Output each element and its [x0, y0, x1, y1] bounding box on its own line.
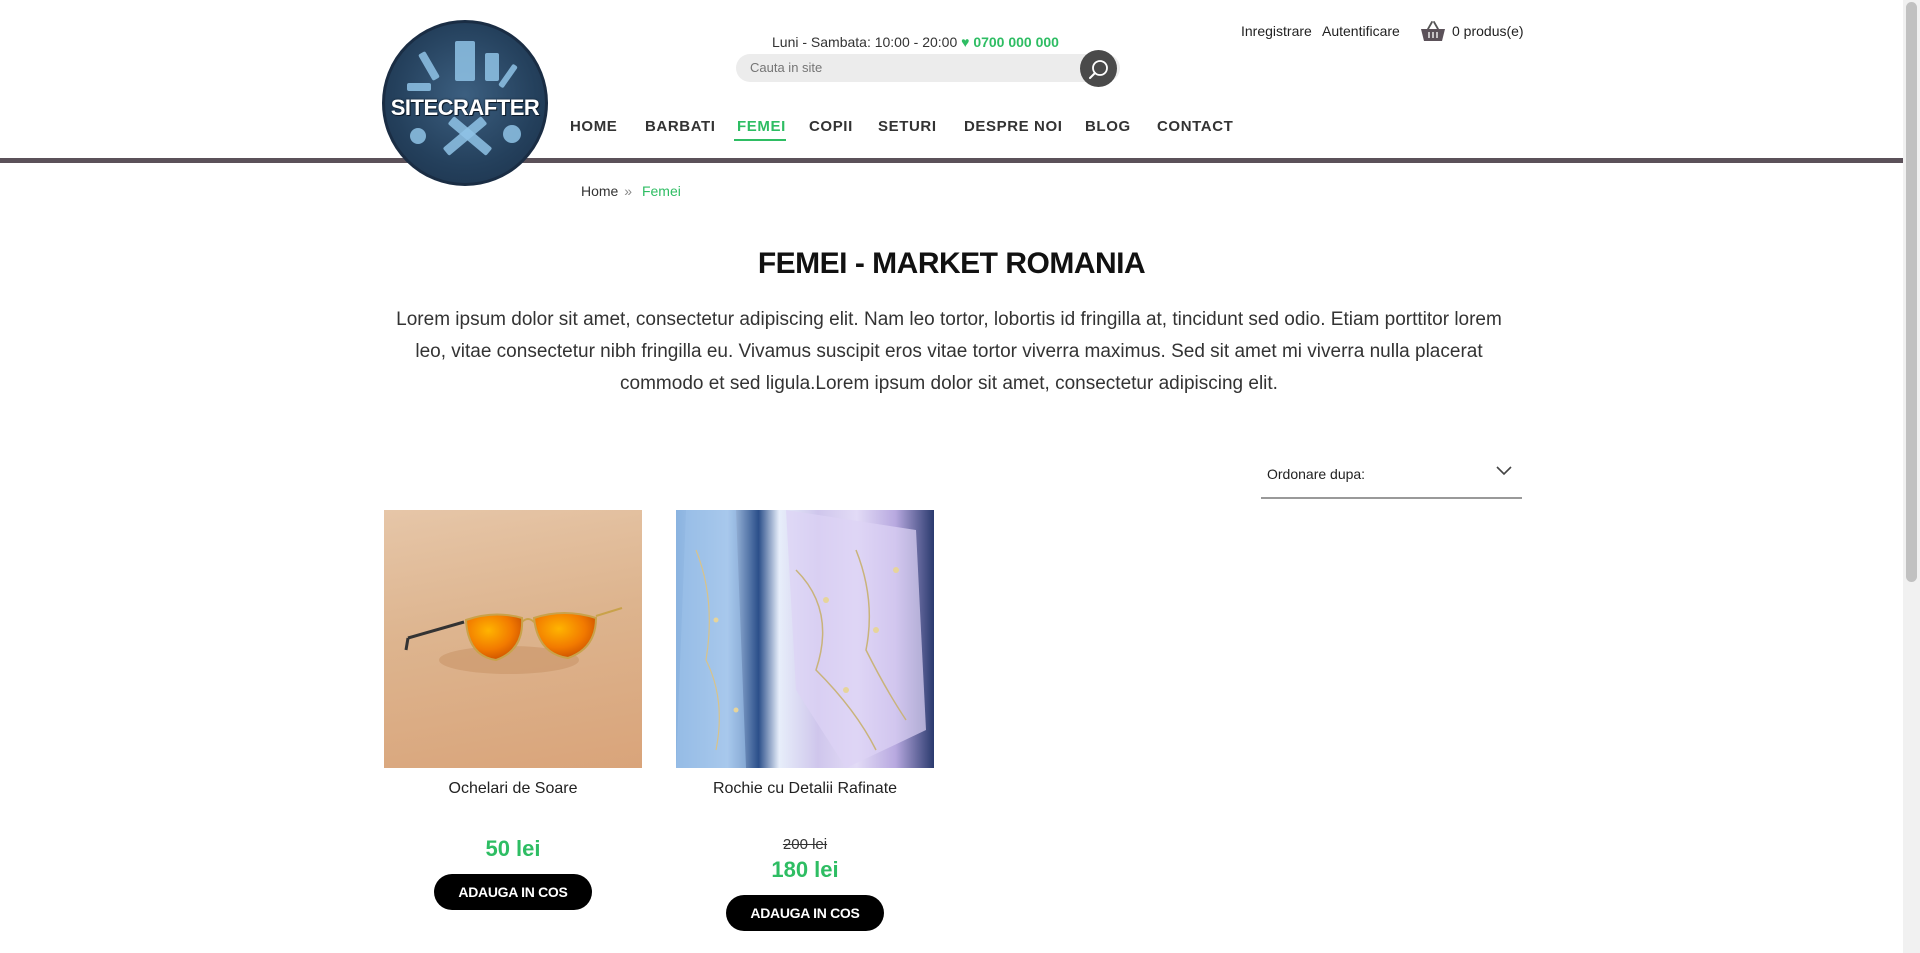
nav-item-barbati[interactable]: BARBATI: [645, 118, 716, 135]
phone-text: 0700 000 000: [973, 34, 1059, 50]
product-card: Ochelari de Soare 50 lei ADAUGA IN COS: [384, 510, 642, 910]
nav-item-femei[interactable]: FEMEI: [737, 118, 786, 135]
product-name[interactable]: Rochie cu Detalii Rafinate: [676, 780, 934, 798]
search-icon: [1088, 59, 1108, 79]
sort-label: Ordonare dupa:: [1267, 466, 1366, 482]
nav-item-seturi[interactable]: SETURI: [878, 118, 937, 135]
phone-number[interactable]: ♥ 0700 000 000: [961, 34, 1059, 50]
logo-decoration: [503, 125, 521, 143]
site-logo[interactable]: SITECRAFTER: [382, 20, 548, 186]
sort-dropdown[interactable]: Ordonare dupa:: [1261, 453, 1522, 499]
cart-count: 0 produs(e): [1452, 23, 1524, 39]
product-name[interactable]: Ochelari de Soare: [384, 780, 642, 798]
chevron-down-icon: [1496, 466, 1512, 476]
active-nav-underline: [734, 139, 786, 141]
site-header: SITECRAFTER Luni - Sambata: 10:00 - 20:0…: [0, 0, 1903, 186]
product-image-sunglasses[interactable]: [384, 510, 642, 768]
dress-illustration: [676, 510, 926, 768]
nav-item-blog[interactable]: BLOG: [1085, 118, 1131, 135]
product-card: Rochie cu Detalii Rafinate 200 lei 180 l…: [676, 510, 934, 931]
sunglasses-illustration: [404, 607, 623, 674]
nav-item-home[interactable]: HOME: [570, 118, 617, 135]
search-bar: [736, 54, 1120, 82]
product-price: 180 lei: [771, 857, 839, 882]
product-old-price: 200 lei: [782, 836, 828, 853]
add-to-cart-button[interactable]: ADAUGA IN COS: [434, 874, 592, 910]
basket-icon: [1421, 21, 1445, 41]
logo-decoration: [485, 53, 499, 81]
add-to-cart-button[interactable]: ADAUGA IN COS: [726, 895, 884, 931]
cart-button[interactable]: 0 produs(e): [1420, 20, 1524, 42]
search-input[interactable]: [748, 59, 1082, 76]
heart-icon: ♥: [961, 34, 970, 50]
breadcrumb-home[interactable]: Home: [581, 183, 618, 199]
product-image-dress[interactable]: [676, 510, 934, 768]
category-description: Lorem ipsum dolor sit amet, consectetur …: [396, 309, 1502, 394]
logo-decoration: [418, 51, 440, 81]
hours-text: Luni - Sambata: 10:00 - 20:00: [772, 34, 958, 50]
page-scrollbar[interactable]: [1903, 0, 1920, 953]
scrollbar-thumb[interactable]: [1906, 2, 1917, 582]
header-divider: [0, 158, 1903, 163]
nav-item-contact[interactable]: CONTACT: [1157, 118, 1233, 135]
breadcrumb-separator: »: [624, 183, 633, 199]
logo-decoration: [410, 128, 426, 144]
nav-item-copii[interactable]: COPII: [809, 118, 853, 135]
search-button[interactable]: [1080, 50, 1117, 87]
logo-decoration: [498, 63, 518, 89]
login-link[interactable]: Autentificare: [1322, 23, 1400, 39]
logo-text: SITECRAFTER: [390, 95, 540, 120]
breadcrumb: Home » Femei: [581, 183, 681, 199]
logo-decoration: [407, 83, 431, 91]
nav-item-despre-noi[interactable]: DESPRE NOI: [964, 118, 1063, 135]
register-link[interactable]: Inregistrare: [1241, 23, 1312, 39]
logo-decoration: [455, 41, 475, 81]
breadcrumb-current: Femei: [641, 183, 681, 199]
product-price: 50 lei: [485, 836, 541, 861]
page-title: FEMEI - MARKET ROMANIA: [757, 247, 1146, 280]
store-hours: Luni - Sambata: 10:00 - 20:00 ♥ 0700 000…: [772, 34, 1059, 50]
